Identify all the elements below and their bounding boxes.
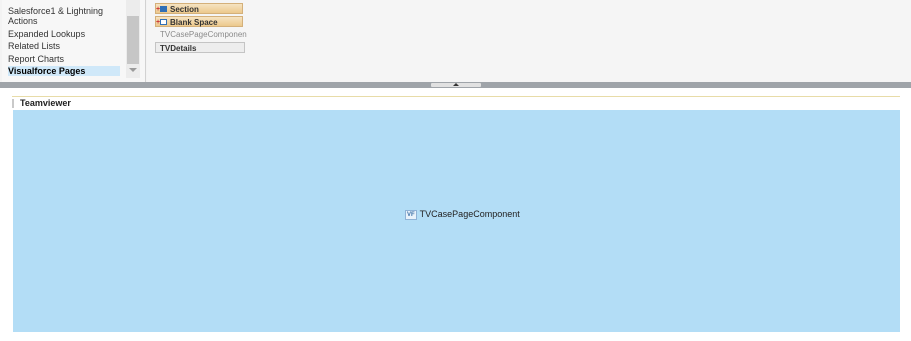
category-related-lists[interactable]: Related Lists: [8, 41, 60, 51]
palette-item-blank-space-label: Blank Space: [170, 18, 218, 27]
visualforce-page-icon: VF: [405, 210, 417, 220]
visualforce-component-area[interactable]: VF TVCasePageComponent: [13, 110, 900, 332]
palette-item-tvcasepagecomponent: TVCasePageComponen: [160, 30, 247, 39]
section-header-teamviewer[interactable]: Teamviewer: [12, 96, 900, 110]
collapse-palette-handle[interactable]: [431, 83, 481, 87]
visualforce-component-tvcasepagecomponent[interactable]: VF TVCasePageComponent: [405, 209, 520, 220]
palette-item-blank-space[interactable]: + Blank Space: [155, 16, 243, 27]
section-title: Teamviewer: [20, 98, 71, 108]
visualforce-component-label: TVCasePageComponent: [419, 209, 520, 219]
category-scrollbar-thumb[interactable]: [127, 16, 139, 64]
add-blank-space-icon: +: [156, 19, 168, 26]
category-expanded-lookups[interactable]: Expanded Lookups: [8, 29, 85, 39]
palette-category-list: Salesforce1 & Lightning Actions Expanded…: [2, 0, 146, 82]
category-report-charts[interactable]: Report Charts: [8, 54, 64, 64]
palette-splitter[interactable]: [0, 82, 911, 88]
palette-item-tvdetails[interactable]: TVDetails: [155, 42, 245, 53]
section-drag-handle-icon[interactable]: [12, 99, 14, 108]
category-salesforce1-lightning-actions-line1[interactable]: Salesforce1 & Lightning: [8, 6, 103, 16]
palette-item-section-label: Section: [170, 5, 199, 14]
layout-palette: Salesforce1 & Lightning Actions Expanded…: [0, 0, 911, 83]
collapse-up-arrow-icon: [453, 83, 459, 86]
category-visualforce-pages[interactable]: Visualforce Pages: [8, 66, 120, 76]
palette-item-section[interactable]: + Section: [155, 3, 243, 14]
add-section-icon: +: [156, 6, 168, 13]
category-scrollbar[interactable]: [126, 0, 140, 78]
scroll-down-arrow-icon[interactable]: [129, 68, 137, 72]
palette-items: + Section + Blank Space TVCasePageComponen…: [147, 0, 911, 82]
category-salesforce1-lightning-actions-line2[interactable]: Actions: [8, 16, 38, 26]
